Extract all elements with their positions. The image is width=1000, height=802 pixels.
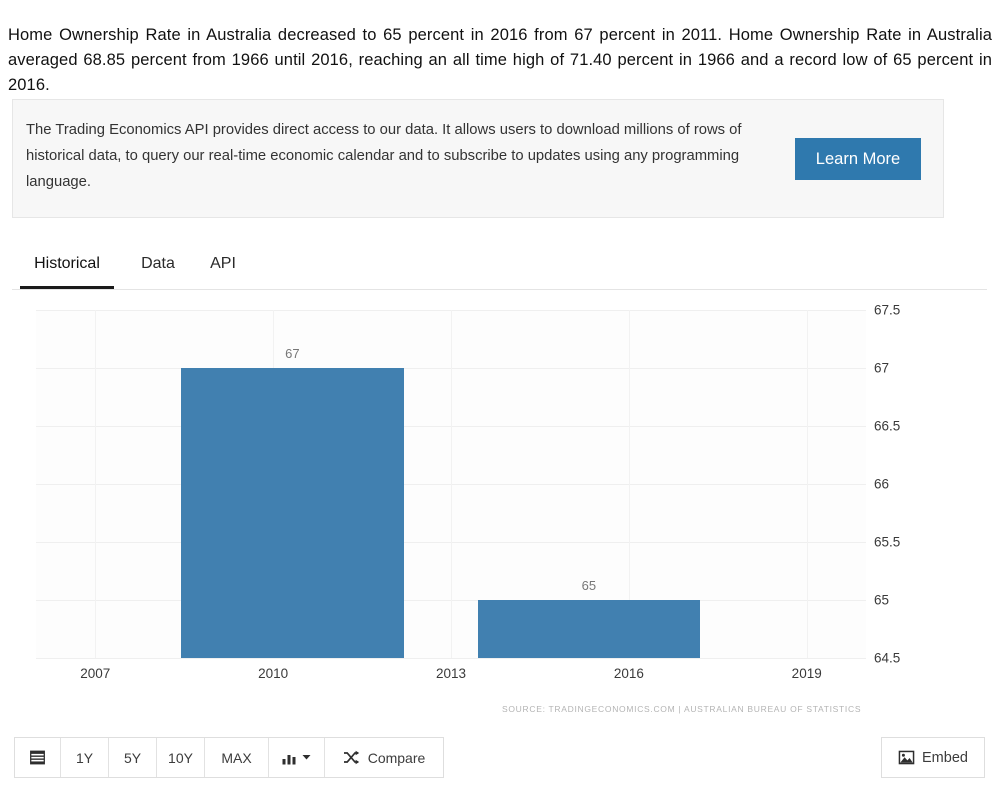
y-axis-tick-label: 66 <box>874 476 890 492</box>
x-axis-tick-label: 2016 <box>613 666 644 681</box>
shuffle-icon <box>343 750 360 765</box>
y-axis-tick-label: 64.5 <box>874 650 901 666</box>
tab-historical[interactable]: Historical <box>20 248 114 289</box>
tab-historical-label: Historical <box>34 255 100 272</box>
api-promo-text: The Trading Economics API provides direc… <box>26 122 742 190</box>
x-gridline <box>451 310 452 658</box>
image-icon <box>898 750 915 765</box>
x-axis-tick-label: 2010 <box>258 666 289 681</box>
tab-api-label: API <box>210 255 236 272</box>
bar-chart-icon <box>282 751 297 765</box>
home-ownership-rate-chart[interactable]: 67 65 67.5 67 66.5 66 65.5 65 64.5 2007 2010 2013 2… <box>0 296 1000 720</box>
y-axis-tick-label: 67.5 <box>874 302 901 318</box>
calendar-icon <box>29 749 46 766</box>
chart-toolbar: 1Y 5Y 10Y MAX Compare <box>14 737 444 778</box>
compare-button[interactable]: Compare <box>325 738 443 777</box>
api-promo-banner: The Trading Economics API provides direc… <box>12 99 944 218</box>
range-5y-button[interactable]: 5Y <box>109 738 157 777</box>
page-intro-paragraph: Home Ownership Rate in Australia decreas… <box>8 25 992 94</box>
x-axis-tick-label: 2019 <box>791 666 822 681</box>
x-gridline <box>95 310 97 658</box>
y-axis-tick-label: 65.5 <box>874 534 901 550</box>
chart-bar[interactable] <box>181 368 404 658</box>
y-gridline <box>36 658 866 659</box>
y-axis-tick-label: 65 <box>874 592 890 608</box>
chart-bar[interactable] <box>477 600 700 658</box>
range-1y-button[interactable]: 1Y <box>61 738 109 777</box>
bar-data-label: 67 <box>285 346 300 361</box>
compare-label: Compare <box>367 749 426 766</box>
trading-economics-page: Home Ownership Rate in Australia decreas… <box>0 0 1000 802</box>
content-tabs: Historical Data API <box>12 248 987 290</box>
chevron-down-icon <box>302 754 311 761</box>
tab-data[interactable]: Data <box>127 248 189 289</box>
bar-data-label: 65 <box>581 578 597 593</box>
y-axis-tick-label: 66.5 <box>874 418 901 434</box>
x-axis-tick-label: 2013 <box>435 666 467 681</box>
learn-more-button[interactable]: Learn More <box>795 138 921 180</box>
chart-type-dropdown[interactable] <box>269 738 325 777</box>
range-max-button[interactable]: MAX <box>205 738 269 777</box>
x-axis-tick-label: 2007 <box>80 666 111 681</box>
embed-label: Embed <box>922 749 968 766</box>
embed-button[interactable]: Embed <box>881 737 985 778</box>
chart-plot-area[interactable]: 67 65 <box>36 310 866 659</box>
tab-data-label: Data <box>141 255 175 272</box>
chart-source-attribution: SOURCE: TRADINGECONOMICS.COM | AUSTRALIA… <box>502 704 862 714</box>
calendar-range-button[interactable] <box>15 738 61 777</box>
tab-api[interactable]: API <box>197 248 249 289</box>
x-gridline <box>806 310 808 658</box>
y-axis-tick-label: 67 <box>874 360 890 376</box>
range-10y-button[interactable]: 10Y <box>157 738 205 777</box>
